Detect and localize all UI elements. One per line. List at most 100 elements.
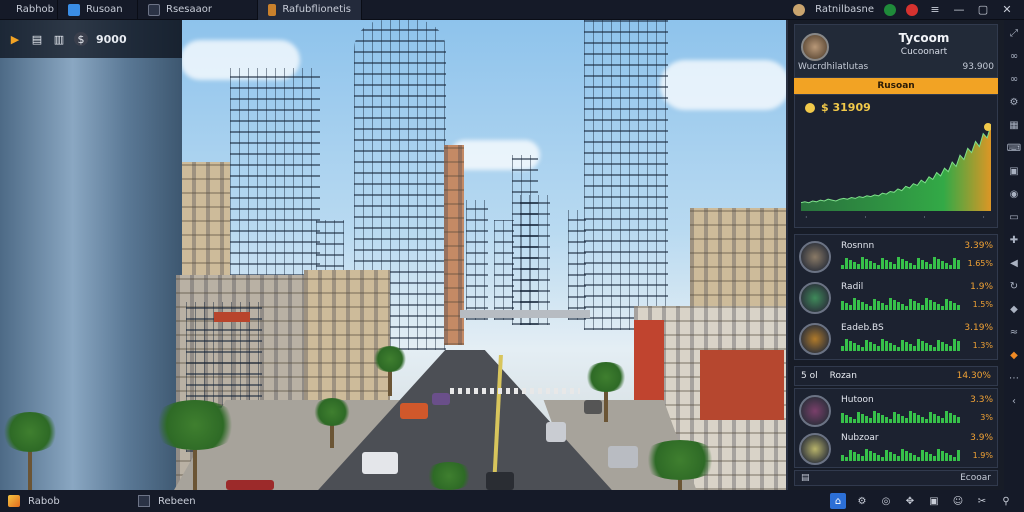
car[interactable] <box>362 452 398 474</box>
sparkline-bar <box>889 298 892 310</box>
screen-icon[interactable]: ▣ <box>926 493 942 509</box>
list-item[interactable]: Hutoon 3.3% 3% <box>795 391 999 431</box>
sparkline-bar <box>897 456 900 461</box>
menu-icon[interactable]: ▤ <box>30 32 44 46</box>
flag-icon[interactable]: ▶ <box>8 32 22 46</box>
sparkline-bar <box>853 262 856 269</box>
sparkline-bar <box>949 265 952 269</box>
car[interactable] <box>546 422 566 442</box>
settings-icon[interactable]: ⚙ <box>854 493 870 509</box>
sparkline-bar <box>897 414 900 423</box>
location-icon[interactable]: ⚲ <box>998 493 1014 509</box>
minimize-icon[interactable]: — <box>952 3 966 16</box>
grid-icon[interactable]: ▦ <box>1007 118 1021 132</box>
tick-mark: · <box>982 213 985 222</box>
sparkline-bar <box>869 418 872 423</box>
chart-header: $ 31909 <box>805 101 871 114</box>
footer-label[interactable]: Ecooar <box>960 473 991 483</box>
folder-icon[interactable]: ▭ <box>1007 210 1021 224</box>
hud-money: ▶ ▤ ▥ $ 9000 <box>0 20 182 58</box>
chart-icon[interactable]: ▥ <box>52 32 66 46</box>
keyboard-icon[interactable]: ⌨ <box>1007 141 1021 155</box>
sparkline-bar <box>929 412 932 423</box>
notification-icon[interactable] <box>906 3 918 16</box>
gear-icon[interactable]: ⚙ <box>1007 95 1021 109</box>
distant-tower <box>466 200 488 320</box>
close-icon[interactable]: ✕ <box>1000 3 1014 16</box>
bottom-tab-rebeen[interactable]: Rebeen <box>130 490 250 512</box>
sparkline-bar <box>957 341 960 351</box>
stat-value: 93.900 <box>962 62 995 72</box>
sparkline-bar <box>849 417 852 423</box>
panel-banner[interactable]: Rusoan <box>794 78 998 94</box>
controller-icon[interactable]: ✥ <box>902 493 918 509</box>
sparkline-bar <box>853 419 856 423</box>
car[interactable] <box>400 403 428 419</box>
palm-tree <box>424 462 474 490</box>
sparkline-bar <box>881 303 884 310</box>
bottom-tab-rabob[interactable]: Rabob <box>0 490 130 512</box>
game-icon <box>268 3 277 16</box>
globe-icon[interactable]: ◎ <box>878 493 894 509</box>
tab-rabhob[interactable]: Rabhob <box>0 0 58 20</box>
more-icon[interactable]: ⋯ <box>1007 371 1021 385</box>
sparkline-bar <box>885 417 888 423</box>
sparkline-bar <box>841 265 844 269</box>
controller-icon[interactable]: ✚ <box>1007 233 1021 247</box>
car[interactable] <box>608 446 638 468</box>
sparkline-bar <box>941 418 944 423</box>
sparkline-bar <box>849 450 852 461</box>
asset-change-secondary: 1.3% <box>972 341 993 350</box>
camera-icon[interactable]: ◉ <box>1007 187 1021 201</box>
sparkline-bar <box>953 415 956 423</box>
bottom-toolbar: ⌂ ⚙ ◎ ✥ ▣ ☺ ✂ ⚲ <box>830 493 1024 509</box>
back-icon[interactable]: ‹ <box>1007 394 1021 408</box>
corner-building-facade <box>700 350 784 420</box>
sparkline-bar <box>909 411 912 423</box>
menu-icon[interactable]: ≡ <box>928 3 942 16</box>
overpass <box>460 310 590 318</box>
sparkline-bar <box>853 452 856 461</box>
list-item[interactable]: Radil 1.9% 1.5% <box>795 278 999 318</box>
tools-icon[interactable]: ✂ <box>974 493 990 509</box>
shake-icon[interactable]: ≈ <box>1007 325 1021 339</box>
status-icon[interactable] <box>884 3 896 16</box>
account-label[interactable]: Ratnilbasne <box>815 4 874 15</box>
sparkline-bar <box>873 453 876 461</box>
tab-rusoan[interactable]: Rusoan <box>58 0 138 20</box>
sparkline-bar <box>957 305 960 310</box>
asset-icon-gem <box>799 433 831 465</box>
sparkline-bar <box>913 265 916 269</box>
expand-icon[interactable]: ⤢ <box>1007 26 1021 40</box>
tab-label: Rsesaaor <box>166 4 213 15</box>
volume-icon[interactable]: ◀ <box>1007 256 1021 270</box>
list-item[interactable]: Rosnnn 3.39% 1.65% <box>795 237 999 277</box>
sparkline-bar <box>929 454 932 461</box>
user-icon[interactable]: ☺ <box>950 493 966 509</box>
home-icon[interactable]: ⌂ <box>830 493 846 509</box>
sparkline-bar <box>845 339 848 351</box>
avatar[interactable] <box>801 33 829 61</box>
tab-rafubflionetis[interactable]: Rafubflionetis <box>258 0 362 20</box>
asset-change-secondary: 1.9% <box>972 451 993 460</box>
car[interactable] <box>432 393 450 405</box>
maximize-icon[interactable]: ▢ <box>976 3 990 16</box>
location-icon[interactable]: ◆ <box>1007 302 1021 316</box>
account-avatar-icon[interactable] <box>793 3 806 16</box>
rotate-icon[interactable]: ↻ <box>1007 279 1021 293</box>
list-item[interactable]: Nubzoar 3.9% 1.9% <box>795 429 999 469</box>
car[interactable] <box>486 472 514 490</box>
warning-icon[interactable]: ◆ <box>1007 348 1021 362</box>
map-icon <box>138 495 150 507</box>
sparkline-bar <box>929 345 932 351</box>
screen-icon[interactable]: ▣ <box>1007 164 1021 178</box>
list-item[interactable]: Eadeb.BS 3.19% 1.3% <box>795 319 999 359</box>
bottom-tab-label: Rabob <box>28 495 60 507</box>
sparkline-bar <box>909 299 912 310</box>
sparkline-bar <box>957 417 960 423</box>
sparkline-bar <box>889 262 892 269</box>
link-icon[interactable]: ∞ <box>1007 49 1021 63</box>
link-icon[interactable]: ∞ <box>1007 72 1021 86</box>
crosswalk <box>450 388 580 394</box>
tab-rsesaaor[interactable]: Rsesaaor <box>138 0 258 20</box>
